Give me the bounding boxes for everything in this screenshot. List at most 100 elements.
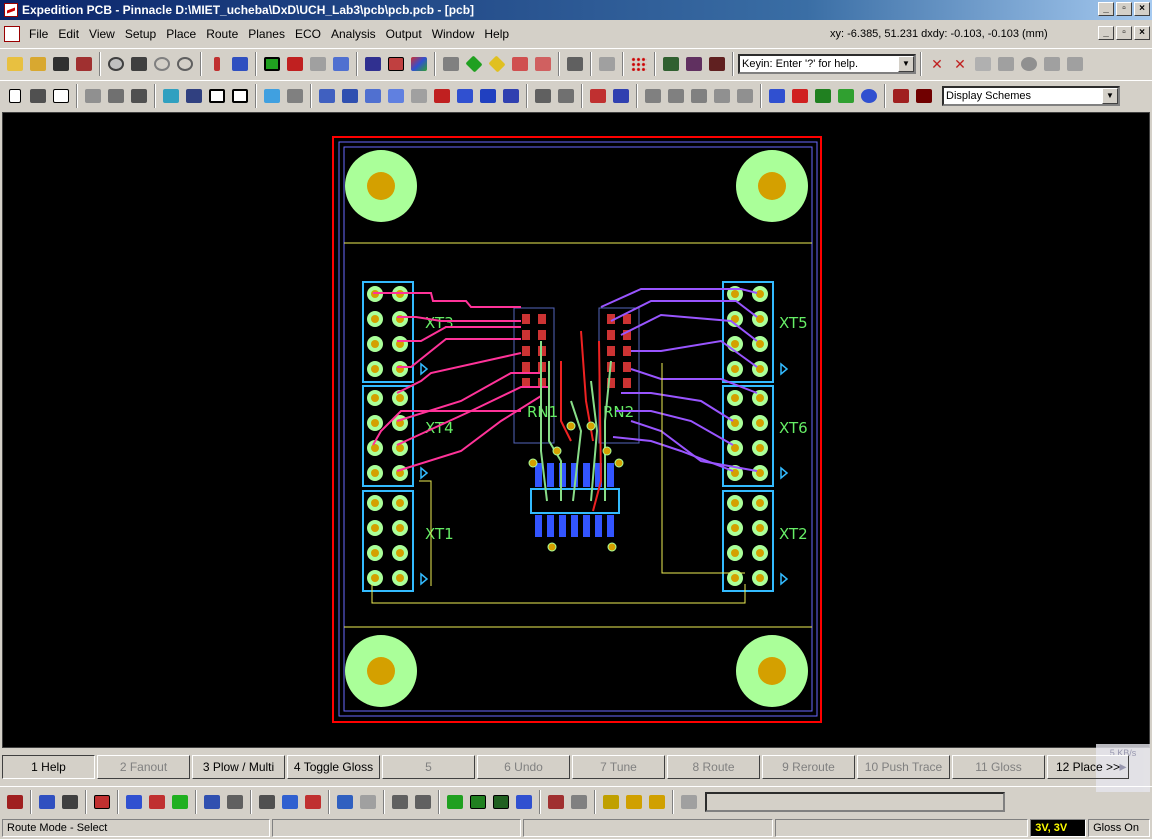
fkey-undo[interactable]: 6 Undo xyxy=(477,755,570,779)
route-icon[interactable] xyxy=(385,53,407,75)
menu-place[interactable]: Place xyxy=(161,27,201,41)
auto-route-icon[interactable] xyxy=(500,85,522,107)
off-icon[interactable] xyxy=(532,53,554,75)
close-button[interactable]: × xyxy=(1134,2,1150,16)
print-icon[interactable] xyxy=(27,85,49,107)
menu-analysis[interactable]: Analysis xyxy=(326,27,381,41)
trim-icon[interactable] xyxy=(545,791,567,813)
exit-icon[interactable] xyxy=(73,53,95,75)
drc-green-icon[interactable] xyxy=(463,53,485,75)
net-2-icon[interactable] xyxy=(789,85,811,107)
document-icon[interactable] xyxy=(4,26,20,42)
editor-control-icon[interactable] xyxy=(440,53,462,75)
lock-1-icon[interactable] xyxy=(642,85,664,107)
fkey-place[interactable]: 12 Place >> xyxy=(1047,755,1129,779)
net-5-icon[interactable] xyxy=(858,85,880,107)
w-icon[interactable] xyxy=(490,791,512,813)
via-icon[interactable] xyxy=(890,85,912,107)
chevron-down-icon[interactable]: ▼ xyxy=(898,55,914,72)
display-schemes-dropdown[interactable]: Display Schemes ▼ xyxy=(942,85,1120,106)
prev-icon[interactable] xyxy=(284,53,306,75)
cut-icon[interactable] xyxy=(82,85,104,107)
tile-vertical-icon[interactable] xyxy=(229,85,251,107)
tool-2-icon[interactable] xyxy=(146,791,168,813)
pin-icon[interactable] xyxy=(623,791,645,813)
save-icon[interactable] xyxy=(50,53,72,75)
place-parts-icon[interactable] xyxy=(229,53,251,75)
paste-icon[interactable] xyxy=(128,85,150,107)
find-icon[interactable] xyxy=(128,53,150,75)
new-icon[interactable] xyxy=(4,85,26,107)
menu-edit[interactable]: Edit xyxy=(53,27,84,41)
query-icon[interactable] xyxy=(600,791,622,813)
fkey-gloss[interactable]: 11 Gloss xyxy=(952,755,1045,779)
cell-editor-icon[interactable] xyxy=(706,53,728,75)
unselect-icon[interactable] xyxy=(995,53,1017,75)
target-icon[interactable] xyxy=(1018,53,1040,75)
zoom-icon[interactable] xyxy=(105,53,127,75)
part-editor-icon[interactable] xyxy=(683,53,705,75)
grid-icon[interactable] xyxy=(628,53,650,75)
route-tool-7-icon[interactable] xyxy=(454,85,476,107)
edit-icon[interactable] xyxy=(568,791,590,813)
route-tool-5-icon[interactable] xyxy=(408,85,430,107)
ncd-icon[interactable] xyxy=(224,791,246,813)
net-3-icon[interactable] xyxy=(812,85,834,107)
net-4-icon[interactable] xyxy=(835,85,857,107)
place-icon[interactable] xyxy=(36,791,58,813)
v-icon[interactable] xyxy=(467,791,489,813)
window-tile-icon[interactable] xyxy=(183,85,205,107)
copy-icon[interactable] xyxy=(564,53,586,75)
open-folder-icon[interactable] xyxy=(27,53,49,75)
route-tool-3-icon[interactable] xyxy=(362,85,384,107)
gloss-icon[interactable] xyxy=(555,85,577,107)
select-icon[interactable] xyxy=(972,53,994,75)
netline-2-icon[interactable] xyxy=(610,85,632,107)
plane-icon[interactable] xyxy=(913,85,935,107)
cae-icon[interactable] xyxy=(279,791,301,813)
copy2-icon[interactable] xyxy=(105,85,127,107)
fkey-toggle-gloss[interactable]: 4 Toggle Gloss xyxy=(287,755,380,779)
bottom-field[interactable] xyxy=(705,791,1005,812)
unlock-icon[interactable] xyxy=(734,85,756,107)
fkey-plow-multi[interactable]: 3 Plow / Multi xyxy=(192,755,285,779)
drc-warning-icon[interactable] xyxy=(486,53,508,75)
move-icon[interactable] xyxy=(59,791,81,813)
tool-3-icon[interactable] xyxy=(169,791,191,813)
maximize-button[interactable]: ▫ xyxy=(1116,2,1132,16)
cae2-icon[interactable] xyxy=(302,791,324,813)
menu-file[interactable]: File xyxy=(24,27,53,41)
unplace-icon[interactable]: ✕ xyxy=(926,53,948,75)
netline-1-icon[interactable] xyxy=(587,85,609,107)
lock-2-icon[interactable] xyxy=(665,85,687,107)
next-icon[interactable] xyxy=(307,53,329,75)
thermometer-icon[interactable] xyxy=(206,53,228,75)
menu-help[interactable]: Help xyxy=(479,27,514,41)
layers-icon[interactable] xyxy=(408,53,430,75)
route-tool-6-icon[interactable] xyxy=(431,85,453,107)
save-board-icon[interactable] xyxy=(4,791,26,813)
fkey-help[interactable]: 1 Help xyxy=(2,755,95,779)
menu-route[interactable]: Route xyxy=(201,27,243,41)
align-icon[interactable] xyxy=(1064,53,1086,75)
drc-icon[interactable] xyxy=(509,53,531,75)
redo-icon[interactable] xyxy=(174,53,196,75)
mdi-restore-button[interactable]: ▫ xyxy=(1116,26,1132,40)
undo-icon[interactable] xyxy=(151,53,173,75)
plot-icon[interactable] xyxy=(284,85,306,107)
swap-icon[interactable] xyxy=(1041,53,1063,75)
select-add-icon[interactable] xyxy=(389,791,411,813)
probe-icon[interactable] xyxy=(646,791,668,813)
u12-icon[interactable] xyxy=(201,791,223,813)
minimize-button[interactable]: _ xyxy=(1098,2,1114,16)
print-preview-icon[interactable] xyxy=(50,85,72,107)
lock-3-icon[interactable] xyxy=(688,85,710,107)
library-icon[interactable] xyxy=(660,53,682,75)
menu-window[interactable]: Window xyxy=(427,27,480,41)
delete-all-icon[interactable]: ✕ xyxy=(949,53,971,75)
pcb-canvas[interactable]: XT3 XT4 XT1 XT5 XT6 XT2 RN1 RN2 xyxy=(2,112,1150,748)
fanout-icon[interactable] xyxy=(532,85,554,107)
wave-icon[interactable] xyxy=(444,791,466,813)
mdi-close-button[interactable]: × xyxy=(1134,26,1150,40)
delete-icon[interactable] xyxy=(596,53,618,75)
